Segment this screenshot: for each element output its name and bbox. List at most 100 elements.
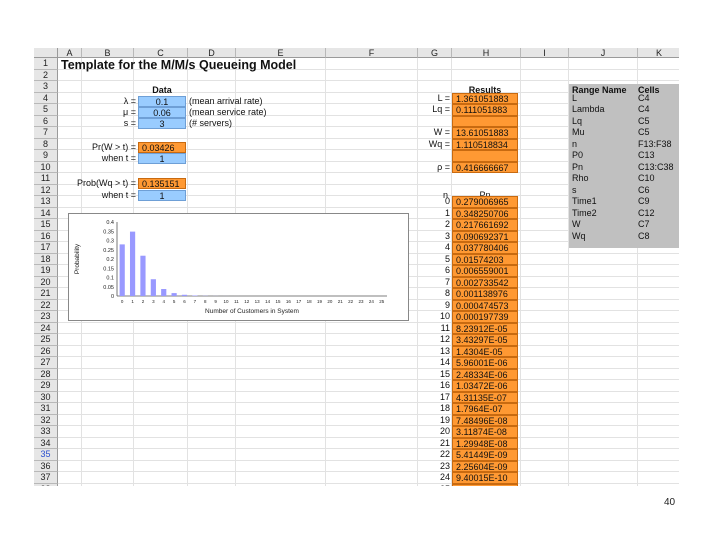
servers-input[interactable]: 3: [138, 118, 186, 129]
mu-label: μ =: [123, 107, 136, 117]
row-header-6[interactable]: 6: [34, 115, 58, 127]
row-header-7[interactable]: 7: [34, 127, 58, 139]
row-header-30[interactable]: 30: [34, 391, 58, 403]
row-header-27[interactable]: 27: [34, 357, 58, 369]
row-header-14[interactable]: 14: [34, 207, 58, 219]
column-header-d[interactable]: D: [188, 48, 236, 58]
row-header-13[interactable]: 13: [34, 196, 58, 208]
row-header-22[interactable]: 22: [34, 299, 58, 311]
row-header-23[interactable]: 23: [34, 311, 58, 323]
select-all-corner[interactable]: [34, 48, 58, 58]
row-header-1[interactable]: 1: [34, 58, 58, 70]
row-header-11[interactable]: 11: [34, 173, 58, 185]
column-header-j[interactable]: J: [569, 48, 638, 58]
row-header-26[interactable]: 26: [34, 345, 58, 357]
row-header-25[interactable]: 25: [34, 334, 58, 346]
row-header-16[interactable]: 16: [34, 230, 58, 242]
row-header-34[interactable]: 34: [34, 437, 58, 449]
prw-t-input[interactable]: 1: [138, 153, 186, 164]
pn-value[interactable]: 0.217661692: [452, 219, 518, 231]
row-header-5[interactable]: 5: [34, 104, 58, 116]
row-header-24[interactable]: 24: [34, 322, 58, 334]
row-header-2[interactable]: 2: [34, 69, 58, 81]
column-header-c[interactable]: C: [134, 48, 188, 58]
row-header-33[interactable]: 33: [34, 426, 58, 438]
spreadsheet[interactable]: ABCDEFGHIJK 1 2 3 4 5 6 7 8 9 10 11 12 13 14 15 16 17 18 1…: [34, 48, 679, 486]
row-header-3[interactable]: 3: [34, 81, 58, 93]
pn-value[interactable]: 5.41449E-09: [452, 449, 518, 461]
x-tick-label: 5: [173, 299, 176, 304]
pn-value[interactable]: 3.43297E-05: [452, 334, 518, 346]
pn-value[interactable]: 0.000197739: [452, 311, 518, 323]
pn-value[interactable]: 7.48496E-08: [452, 414, 518, 426]
x-tick-label: 13: [255, 299, 261, 304]
row-header-20[interactable]: 20: [34, 276, 58, 288]
row-header-19[interactable]: 19: [34, 265, 58, 277]
pn-value[interactable]: 3.91673E-10: [452, 483, 518, 486]
row-header-18[interactable]: 18: [34, 253, 58, 265]
y-tick-label: 0.35: [103, 229, 114, 235]
pn-value[interactable]: 3.11874E-08: [452, 426, 518, 438]
result-value[interactable]: 1.110518834: [452, 138, 518, 150]
pn-value[interactable]: 8.23912E-05: [452, 322, 518, 334]
mu-input[interactable]: 0.06: [138, 107, 186, 118]
row-header-8[interactable]: 8: [34, 138, 58, 150]
pn-value[interactable]: 0.279006965: [452, 196, 518, 208]
pn-value[interactable]: 0.348250706: [452, 207, 518, 219]
column-header-b[interactable]: B: [82, 48, 134, 58]
pn-value[interactable]: 0.002733542: [452, 276, 518, 288]
range-name: Time2: [572, 207, 597, 218]
pn-value[interactable]: 1.29948E-08: [452, 437, 518, 449]
row-header-12[interactable]: 12: [34, 184, 58, 196]
row-header-17[interactable]: 17: [34, 242, 58, 254]
pn-value[interactable]: 1.7964E-07: [452, 403, 518, 415]
column-header-g[interactable]: G: [418, 48, 452, 58]
prwq-value[interactable]: 0.135151: [138, 178, 186, 189]
pn-value[interactable]: 0.090692371: [452, 230, 518, 242]
row-header-37[interactable]: 37: [34, 472, 58, 484]
row-header-31[interactable]: 31: [34, 403, 58, 415]
row-header-28[interactable]: 28: [34, 368, 58, 380]
pn-value[interactable]: 5.96001E-06: [452, 357, 518, 369]
result-value[interactable]: 1.361051883: [452, 92, 518, 104]
row-header-10[interactable]: 10: [34, 161, 58, 173]
pn-value[interactable]: 2.25604E-09: [452, 460, 518, 472]
result-value[interactable]: 0.416666667: [452, 161, 518, 173]
lambda-input[interactable]: 0.1: [138, 96, 186, 107]
row-header-35[interactable]: 35: [34, 449, 58, 461]
prw-value[interactable]: 0.03426: [138, 142, 186, 153]
row-header-29[interactable]: 29: [34, 380, 58, 392]
row-header-4[interactable]: 4: [34, 92, 58, 104]
pn-value[interactable]: 1.4304E-05: [452, 345, 518, 357]
column-header-h[interactable]: H: [452, 48, 521, 58]
result-value[interactable]: [452, 115, 518, 127]
pn-value[interactable]: 1.03472E-06: [452, 380, 518, 392]
row-header-9[interactable]: 9: [34, 150, 58, 162]
row-gridline: [58, 425, 679, 426]
pn-value[interactable]: 0.000474573: [452, 299, 518, 311]
row-header-32[interactable]: 32: [34, 414, 58, 426]
pn-value[interactable]: 4.31135E-07: [452, 391, 518, 403]
range-name: Time1: [572, 196, 597, 206]
pn-value[interactable]: 0.006559001: [452, 265, 518, 277]
column-header-a[interactable]: A: [58, 48, 82, 58]
pn-value[interactable]: 2.48334E-06: [452, 368, 518, 380]
range-cells: C12: [638, 207, 655, 218]
probability-chart[interactable]: 0.4 0.35 0.3 0.25 0.2 0.15 0.1 0.05 0 0 1 2 3 4 5 6 7 8 9 1…: [68, 213, 409, 321]
column-header-i[interactable]: I: [521, 48, 569, 58]
pn-value[interactable]: 9.40015E-10: [452, 472, 518, 484]
row-header-21[interactable]: 21: [34, 288, 58, 300]
column-header-e[interactable]: E: [236, 48, 326, 58]
result-value[interactable]: 13.61051883: [452, 127, 518, 139]
row-header-36[interactable]: 36: [34, 460, 58, 472]
column-header-k[interactable]: K: [638, 48, 679, 58]
row-header-15[interactable]: 15: [34, 219, 58, 231]
row-header-38[interactable]: 38: [34, 483, 58, 486]
column-header-f[interactable]: F: [326, 48, 418, 58]
pn-value[interactable]: 0.01574203: [452, 253, 518, 265]
result-value[interactable]: [452, 150, 518, 162]
prwq-t-input[interactable]: 1: [138, 190, 186, 201]
pn-value[interactable]: 0.001138976: [452, 288, 518, 300]
result-value[interactable]: 0.111051883: [452, 104, 518, 116]
pn-value[interactable]: 0.037780406: [452, 242, 518, 254]
